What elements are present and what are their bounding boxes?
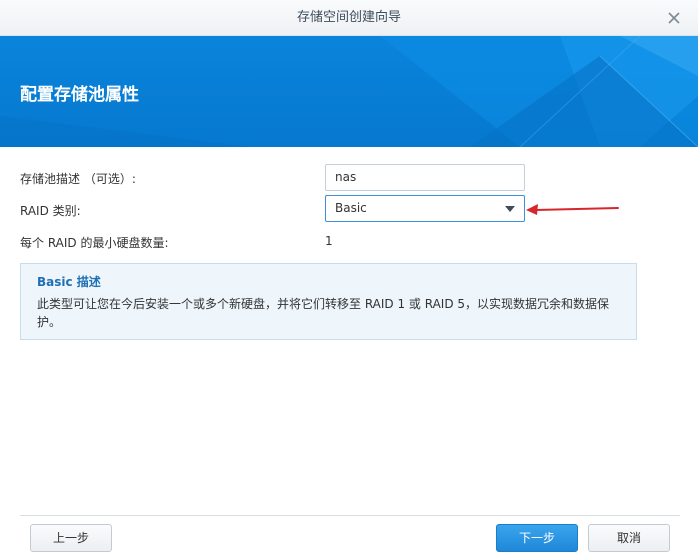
description-label: 存储池描述 （可选）:	[20, 172, 136, 186]
next-button[interactable]: 下一步	[496, 524, 578, 552]
raid-description-box: Basic 描述 此类型可让您在今后安装一个或多个新硬盘，并将它们转移至 RAI…	[20, 263, 637, 340]
footer-divider	[20, 515, 680, 516]
back-button[interactable]: 上一步	[30, 524, 112, 552]
raid-type-value: Basic	[335, 201, 367, 215]
page-heading: 配置存储池属性	[20, 85, 139, 105]
raid-description-text: 此类型可让您在今后安装一个或多个新硬盘，并将它们转移至 RAID 1 或 RAI…	[37, 297, 610, 329]
window-titlebar: 存储空间创建向导	[0, 0, 698, 36]
raid-type-select[interactable]: Basic	[325, 195, 525, 222]
red-arrow-annotation	[526, 204, 619, 215]
description-input[interactable]: nas	[325, 164, 525, 191]
cancel-button[interactable]: 取消	[588, 524, 670, 552]
min-disks-value: 1	[325, 234, 333, 248]
min-disks-label: 每个 RAID 的最小硬盘数量:	[20, 236, 169, 250]
raid-type-label: RAID 类别:	[20, 204, 81, 218]
window-title: 存储空间创建向导	[296, 10, 401, 25]
raid-description-title: Basic 描述	[37, 275, 101, 289]
close-icon[interactable]	[666, 10, 682, 26]
chevron-down-icon[interactable]	[505, 206, 515, 212]
wizard-banner: 配置存储池属性	[0, 36, 698, 147]
